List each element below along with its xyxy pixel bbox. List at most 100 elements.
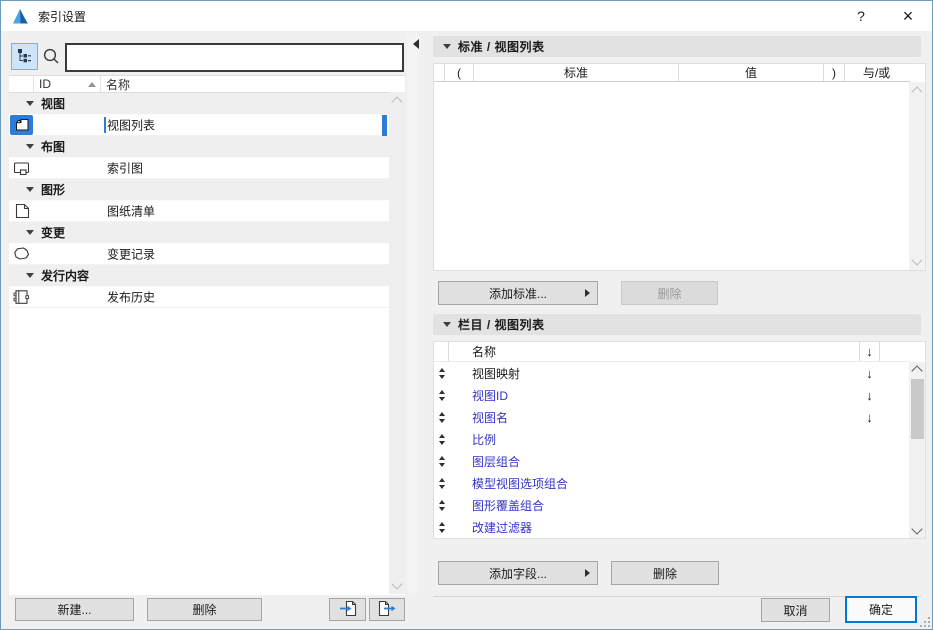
tree-group-layouts[interactable]: 布图 bbox=[9, 136, 389, 158]
tree-item-issue-history[interactable]: 发布历史 bbox=[9, 287, 389, 309]
tree-item-index-sheet[interactable]: 索引图 bbox=[9, 158, 389, 180]
field-row[interactable]: 视图名 ↓ bbox=[434, 406, 910, 428]
export-icon bbox=[377, 600, 397, 620]
import-icon bbox=[338, 600, 358, 620]
ok-button[interactable]: 确定 bbox=[845, 596, 917, 623]
criteria-table: ( 标准 值 ) 与/或 bbox=[433, 63, 926, 271]
criteria-column-headers: ( 标准 值 ) 与/或 bbox=[434, 64, 910, 82]
tree-group-views[interactable]: 视图 bbox=[9, 93, 389, 115]
tree-view-icon bbox=[17, 48, 32, 66]
field-row[interactable]: 改建过滤器 bbox=[434, 516, 910, 538]
field-row[interactable]: 模型视图选项组合 bbox=[434, 472, 910, 494]
drag-handle-icon[interactable] bbox=[434, 412, 449, 423]
collapse-icon bbox=[26, 273, 34, 278]
help-button[interactable]: ? bbox=[846, 1, 876, 31]
fields-list: 名称 ↓ 视图映射 ↓ 视图ID ↓ 视图名 ↓ 比例 图层组合 bbox=[433, 341, 926, 539]
cancel-button[interactable]: 取消 bbox=[761, 598, 830, 622]
title-bar: 索引设置 ? × bbox=[1, 1, 932, 31]
sort-descending-icon[interactable]: ↓ bbox=[859, 342, 880, 361]
column-header-open-paren[interactable]: ( bbox=[445, 64, 474, 81]
scroll-up-icon[interactable] bbox=[391, 96, 402, 107]
collapse-icon bbox=[26, 230, 34, 235]
delete-index-button[interactable]: 删除 bbox=[147, 598, 262, 621]
collapse-icon bbox=[26, 144, 34, 149]
column-header-criteria[interactable]: 标准 bbox=[474, 64, 679, 81]
sort-ascending-icon bbox=[88, 82, 96, 87]
publish-history-icon bbox=[10, 287, 33, 307]
tree-item-change-log[interactable]: 变更记录 bbox=[9, 244, 389, 266]
fields-header-row[interactable]: 名称 ↓ bbox=[434, 342, 910, 362]
drag-handle-icon[interactable] bbox=[434, 368, 449, 379]
tree-column-headers: ID 名称 bbox=[9, 76, 405, 93]
field-row[interactable]: 图形覆盖组合 bbox=[434, 494, 910, 516]
field-row[interactable]: 视图ID ↓ bbox=[434, 384, 910, 406]
tree-group-changes[interactable]: 变更 bbox=[9, 222, 389, 244]
selection-bar bbox=[382, 115, 387, 136]
column-header-close-paren[interactable]: ) bbox=[824, 64, 845, 81]
field-row[interactable]: 比例 bbox=[434, 428, 910, 450]
tree-group-issues[interactable]: 发行内容 bbox=[9, 265, 389, 287]
index-settings-dialog: 索引设置 ? × ID bbox=[0, 0, 933, 630]
column-header-and-or[interactable]: 与/或 bbox=[845, 64, 908, 81]
index-type-list: ID 名称 视图 视图列表 bbox=[9, 75, 405, 595]
drag-handle-icon[interactable] bbox=[434, 522, 449, 533]
tree-scrollbar[interactable] bbox=[389, 92, 405, 594]
scroll-up-icon[interactable] bbox=[911, 86, 922, 97]
resize-grip[interactable] bbox=[924, 621, 926, 623]
drag-handle-icon[interactable] bbox=[434, 456, 449, 467]
criteria-lead-column bbox=[434, 64, 445, 81]
panel-splitter[interactable] bbox=[407, 33, 419, 593]
handle-column bbox=[434, 342, 449, 361]
column-header-icon[interactable] bbox=[9, 76, 34, 92]
collapse-panel-icon[interactable] bbox=[413, 39, 419, 49]
section-collapse-icon bbox=[443, 322, 451, 327]
field-name: 名称 bbox=[449, 343, 859, 360]
sort-descending-icon[interactable]: ↓ bbox=[859, 388, 880, 403]
app-logo-icon bbox=[11, 7, 30, 26]
menu-arrow-icon bbox=[585, 569, 590, 577]
tree-group-drawings[interactable]: 图形 bbox=[9, 179, 389, 201]
fields-scrollbar[interactable] bbox=[909, 362, 925, 538]
export-button[interactable] bbox=[369, 598, 405, 621]
scroll-down-icon[interactable] bbox=[391, 578, 402, 589]
edit-caret bbox=[104, 117, 106, 133]
tree-item-drawing-list[interactable]: 图纸清单 bbox=[9, 201, 389, 223]
sort-descending-icon[interactable]: ↓ bbox=[859, 366, 880, 381]
collapse-icon bbox=[26, 187, 34, 192]
drag-handle-icon[interactable] bbox=[434, 434, 449, 445]
criteria-scrollbar[interactable] bbox=[909, 82, 925, 270]
field-row[interactable]: 图层组合 bbox=[434, 450, 910, 472]
new-button[interactable]: 新建... bbox=[15, 598, 134, 621]
sort-descending-icon[interactable]: ↓ bbox=[859, 410, 880, 425]
search-icon bbox=[41, 46, 62, 70]
drag-handle-icon[interactable] bbox=[434, 500, 449, 511]
add-field-button[interactable]: 添加字段... bbox=[438, 561, 598, 585]
view-list-icon bbox=[10, 115, 33, 135]
scroll-up-icon[interactable] bbox=[911, 365, 922, 376]
scroll-down-icon[interactable] bbox=[911, 523, 922, 534]
drag-handle-icon[interactable] bbox=[434, 478, 449, 489]
scrollbar-thumb[interactable] bbox=[911, 379, 924, 439]
close-button[interactable]: × bbox=[892, 1, 924, 31]
dialog-title: 索引设置 bbox=[38, 8, 86, 25]
tree-view-toggle-button[interactable] bbox=[11, 43, 38, 70]
collapse-icon bbox=[26, 101, 34, 106]
change-cloud-icon bbox=[10, 244, 33, 264]
scroll-down-icon[interactable] bbox=[911, 254, 922, 265]
layout-sheet-icon bbox=[10, 158, 33, 178]
section-collapse-icon bbox=[443, 44, 451, 49]
fields-section-header[interactable]: 栏目 / 视图列表 bbox=[433, 314, 921, 335]
column-header-name[interactable]: 名称 bbox=[101, 76, 405, 92]
add-criteria-button[interactable]: 添加标准... bbox=[438, 281, 598, 305]
drag-handle-icon[interactable] bbox=[434, 390, 449, 401]
delete-field-button[interactable]: 删除 bbox=[611, 561, 719, 585]
field-row[interactable]: 视图映射 ↓ bbox=[434, 362, 910, 384]
column-header-value[interactable]: 值 bbox=[679, 64, 824, 81]
search-input[interactable] bbox=[65, 43, 404, 72]
criteria-section-header[interactable]: 标准 / 视图列表 bbox=[433, 36, 921, 57]
import-button[interactable] bbox=[329, 598, 366, 621]
menu-arrow-icon bbox=[585, 289, 590, 297]
tree-item-view-list-selected[interactable]: 视图列表 bbox=[9, 115, 389, 137]
column-header-id[interactable]: ID bbox=[34, 76, 101, 92]
tree-rows: 视图 视图列表 布图 bbox=[9, 93, 389, 308]
